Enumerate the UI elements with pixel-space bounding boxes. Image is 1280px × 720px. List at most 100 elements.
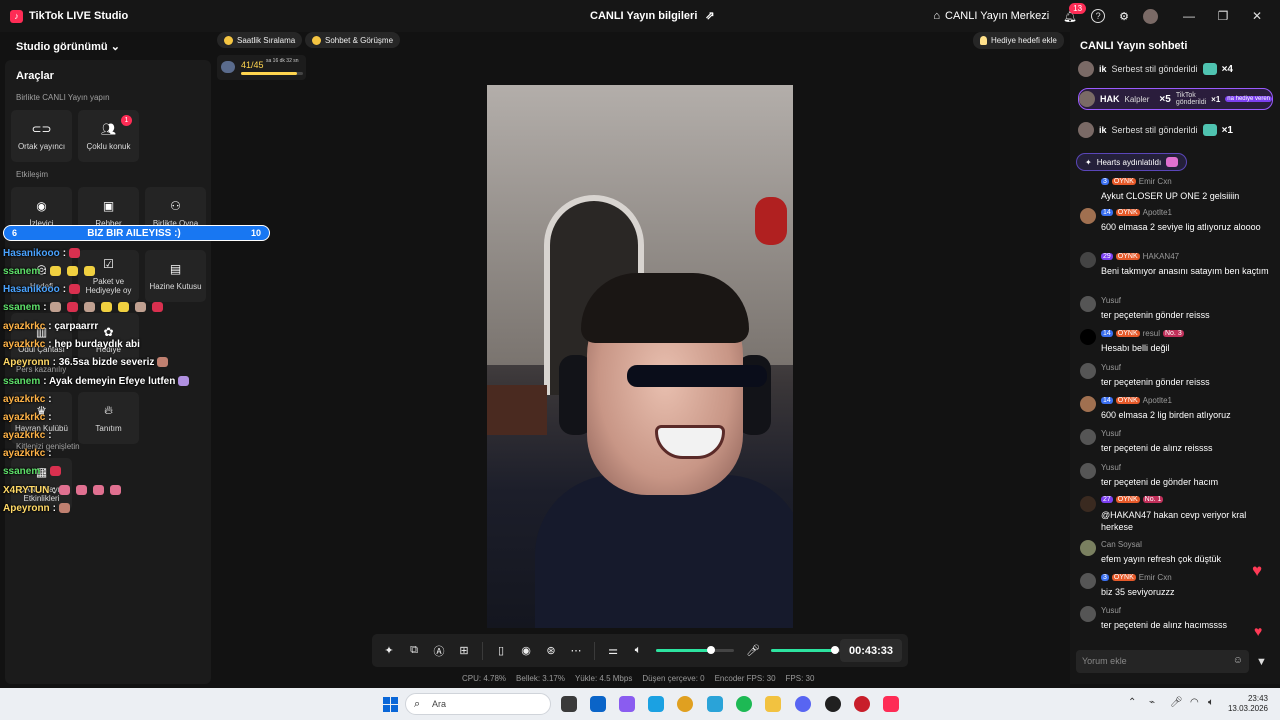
record-icon[interactable]: ◉ bbox=[519, 644, 533, 658]
taskbar-search-input[interactable]: ⌕ Ara bbox=[405, 693, 551, 715]
volume-icon[interactable]: 🔈︎ bbox=[1208, 697, 1214, 708]
stats-bar: CPU: 4.78% Bellek: 3.17% Yükle: 4.5 Mbps… bbox=[462, 674, 814, 683]
add-gift-goal-chip[interactable]: Hediye hedefi ekle bbox=[973, 32, 1064, 49]
tile-multi-guest[interactable]: 1 👥︎ Çoklu konuk bbox=[78, 110, 139, 162]
chrome-icon[interactable] bbox=[677, 696, 693, 712]
spotify-icon[interactable] bbox=[736, 696, 752, 712]
progress-widget[interactable]: 41/45 sa 16 dk 32 sn bbox=[217, 55, 306, 80]
taskbar-clock[interactable]: 23:43 13.03.2026 bbox=[1228, 694, 1268, 714]
outlook-icon[interactable] bbox=[590, 696, 606, 712]
sliders-icon[interactable]: ⚌ bbox=[606, 644, 620, 658]
settings-button[interactable]: ⚙ bbox=[1119, 10, 1129, 23]
avatar bbox=[1080, 329, 1096, 345]
chat-message: 14 OYNK Apotlte1 600 elmasa 2 seviye lig a… bbox=[1080, 208, 1270, 248]
wifi-icon[interactable]: ◠ bbox=[1190, 697, 1199, 708]
copilot-icon[interactable] bbox=[619, 696, 635, 712]
slider-knob[interactable] bbox=[706, 646, 715, 654]
emoji-icon bbox=[75, 485, 87, 496]
help-icon: ? bbox=[1091, 9, 1106, 23]
emoji-icon bbox=[109, 485, 121, 496]
video-preview[interactable] bbox=[487, 85, 793, 628]
chat-message: Can Soysal efem yayın refresh çok düştük bbox=[1080, 540, 1270, 568]
ai-icon[interactable]: Ⓐ bbox=[432, 644, 446, 658]
emoji-icon bbox=[69, 248, 81, 259]
overlay-chat-line: ssanem: bbox=[3, 466, 64, 477]
tile-co-host[interactable]: ⊂⊃ Ortak yayıncı bbox=[11, 110, 72, 162]
hourly-ranking-chip[interactable]: Saatlik Sıralama bbox=[217, 32, 303, 48]
streamer-sunglasses bbox=[627, 365, 767, 387]
emoji-icon bbox=[151, 302, 163, 313]
add-scene-icon[interactable]: ⊞ bbox=[457, 644, 471, 658]
clock-date: 13.03.2026 bbox=[1227, 704, 1268, 713]
studio-view-label: Studio görünümü bbox=[16, 41, 108, 53]
streamer-hair bbox=[581, 273, 749, 343]
overlay-chat-line: ayazkrkc: bbox=[3, 430, 52, 441]
edge-icon[interactable] bbox=[648, 696, 664, 712]
task-view-icon[interactable] bbox=[561, 696, 577, 712]
file-explorer-icon[interactable] bbox=[765, 696, 781, 712]
avatar bbox=[1080, 396, 1096, 412]
mic-volume-slider[interactable] bbox=[771, 646, 849, 654]
slider-knob[interactable] bbox=[830, 646, 839, 654]
microphone-icon[interactable]: 🎤︎ bbox=[746, 644, 760, 658]
speaker-icon[interactable]: 🔈︎ bbox=[631, 644, 645, 658]
share-icon: ⇗ bbox=[705, 10, 715, 22]
close-button[interactable]: ✕ bbox=[1240, 9, 1274, 23]
studio-view-dropdown[interactable]: Studio görünümü ⌄ bbox=[16, 40, 120, 53]
windows-start-icon[interactable] bbox=[383, 697, 398, 712]
heart-icon: ♥ bbox=[1252, 561, 1263, 580]
streamer-mouth bbox=[655, 425, 725, 459]
camera-settings-icon[interactable]: ⊛ bbox=[544, 644, 558, 658]
emoji-icon bbox=[66, 266, 78, 277]
media-player-icon[interactable] bbox=[854, 696, 870, 712]
gift-icon bbox=[1202, 63, 1217, 75]
chat-message: 29 OYNK HAKAN47 Beni takmıyor anasını sata… bbox=[1080, 252, 1270, 292]
divider bbox=[594, 641, 595, 660]
goal-right-count: 10 bbox=[250, 228, 261, 238]
live-info-button[interactable]: CANLI Yayın bilgileri ⇗ bbox=[590, 9, 715, 23]
network-icon[interactable]: ⌁ bbox=[1149, 697, 1155, 708]
streamer-body bbox=[535, 475, 793, 628]
tile-treasure[interactable]: ▤ Hazine Kutusu bbox=[145, 250, 206, 302]
comment-input[interactable]: Yorum ekle ☺ bbox=[1076, 650, 1249, 673]
magic-wand-icon[interactable]: ✦ bbox=[382, 644, 396, 658]
live-center-button[interactable]: ⌂ CANLI Yayın Merkezi bbox=[933, 10, 1049, 22]
tile-label: Çoklu konuk bbox=[86, 141, 131, 151]
mic-tray-icon[interactable]: 🎤︎ bbox=[1170, 697, 1183, 708]
avatar bbox=[1080, 540, 1096, 556]
minimize-button[interactable]: — bbox=[1172, 9, 1206, 23]
search-icon: ⌕ bbox=[414, 698, 421, 710]
send-icon[interactable]: ▼ bbox=[1256, 656, 1267, 668]
gift-row: ik Serbest stil gönderildi ×1 bbox=[1078, 120, 1273, 140]
emoji-icon bbox=[49, 266, 61, 277]
phone-icon[interactable]: ▯ bbox=[494, 644, 508, 658]
tiktok-live-studio-icon[interactable] bbox=[883, 696, 899, 712]
live-timer: 00:43:33 bbox=[840, 639, 902, 662]
discord-icon[interactable] bbox=[795, 696, 811, 712]
tile-promotion[interactable]: 🔥︎ Tanıtım bbox=[78, 392, 139, 444]
emoji-icon bbox=[157, 357, 169, 368]
chat-call-chip[interactable]: Sohbet & Görüşme bbox=[305, 32, 401, 48]
emoji-picker-icon[interactable]: ☺ bbox=[1233, 655, 1243, 666]
tray-chevron-icon[interactable]: ⌃ bbox=[1128, 697, 1136, 708]
add-source-icon[interactable]: ⧉ bbox=[407, 644, 421, 658]
speaker-volume-slider[interactable] bbox=[656, 646, 734, 654]
section-together: Birlikte CANLI Yayın yapın bbox=[16, 93, 110, 102]
help-button[interactable]: ? bbox=[1091, 9, 1106, 23]
emoji-icon bbox=[49, 466, 61, 477]
chevron-down-icon: ⌄ bbox=[110, 41, 120, 53]
tile-label: Paket ve Hediyeyle oy bbox=[85, 277, 132, 295]
obs-icon[interactable] bbox=[825, 696, 841, 712]
chat-message: 3 OYNK Emir Cxn biz 35 seviyoruzzz bbox=[1080, 573, 1270, 601]
avatar bbox=[1078, 61, 1094, 77]
avatar bbox=[1080, 429, 1096, 445]
more-icon[interactable]: ⋯ bbox=[569, 644, 583, 658]
maximize-button[interactable]: ❐ bbox=[1206, 9, 1240, 23]
bulb-icon bbox=[980, 36, 987, 45]
chat-message: Yusuf ter peçeteni de gönder hacım bbox=[1080, 463, 1270, 491]
profile-avatar[interactable] bbox=[1143, 8, 1158, 24]
gift-row: ik Serbest stil gönderildi ×4 bbox=[1078, 59, 1273, 79]
hearts-lit-pill: ✦ Hearts aydınlatıldı bbox=[1076, 153, 1188, 171]
notifications-button[interactable]: 🔔︎ 13 bbox=[1063, 2, 1087, 23]
app-icon[interactable] bbox=[707, 696, 723, 712]
